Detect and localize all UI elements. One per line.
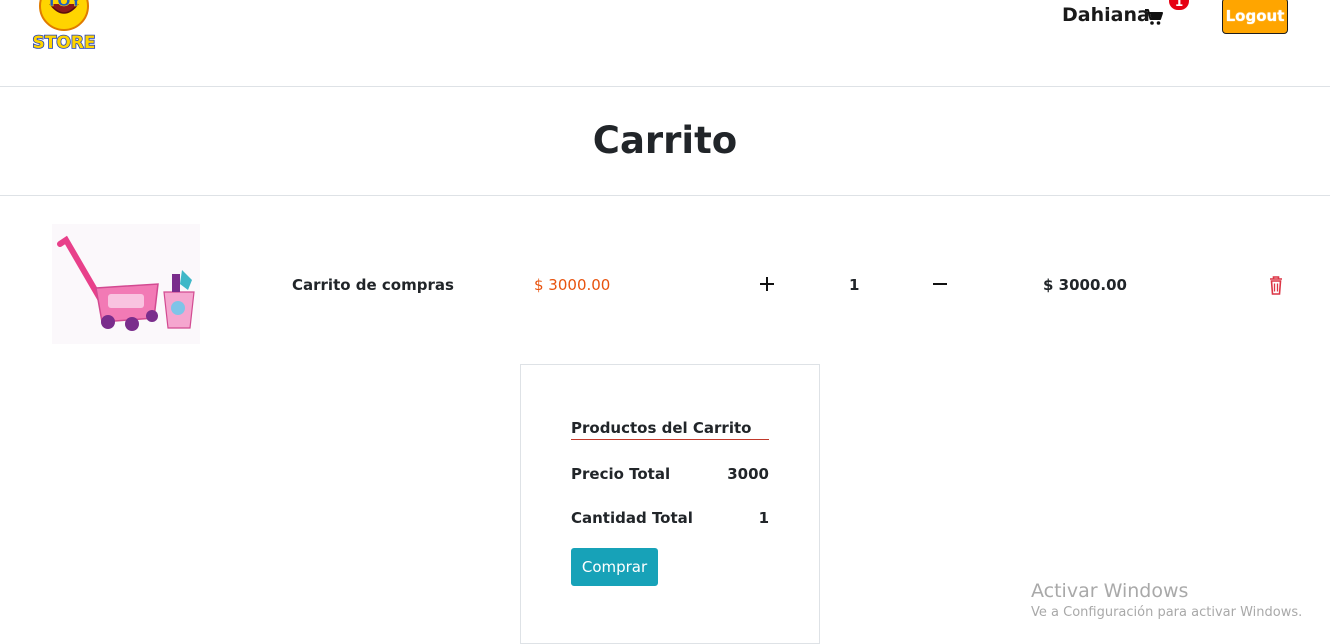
buy-button[interactable]: Comprar bbox=[571, 548, 658, 586]
total-price-label: Precio Total bbox=[571, 465, 671, 483]
page-title: Carrito bbox=[592, 119, 738, 162]
toy-store-logo[interactable]: TOY STORE bbox=[18, 0, 108, 56]
toy-wagon-image bbox=[52, 224, 200, 344]
shopping-cart-icon[interactable] bbox=[1144, 8, 1164, 26]
total-price-value: 3000 bbox=[727, 465, 769, 483]
minus-icon[interactable] bbox=[930, 272, 950, 296]
product-subtotal: $ 3000.00 bbox=[1043, 276, 1127, 294]
watermark-title: Activar Windows bbox=[1031, 580, 1189, 602]
top-navbar: TOY STORE Dahiana 1 Logout bbox=[0, 0, 1330, 87]
product-price: $ 3000.00 bbox=[534, 276, 611, 294]
summary-heading: Productos del Carrito bbox=[571, 418, 769, 440]
page-title-section: Carrito bbox=[0, 87, 1330, 196]
total-quantity-label: Cantidad Total bbox=[571, 509, 693, 527]
cart-summary-box: Productos del Carrito Precio Total 3000 … bbox=[520, 364, 820, 644]
watermark-subtitle: Ve a Configuración para activar Windows. bbox=[1031, 605, 1303, 620]
trash-icon[interactable] bbox=[1266, 274, 1286, 296]
plus-icon[interactable] bbox=[757, 272, 777, 296]
username-label: Dahiana bbox=[1062, 4, 1150, 26]
quantity-value: 1 bbox=[849, 276, 860, 294]
logo-text-top: TOY bbox=[46, 0, 82, 10]
cart-count-badge: 1 bbox=[1169, 0, 1189, 10]
logo-text-bottom: STORE bbox=[33, 33, 96, 53]
product-name: Carrito de compras bbox=[292, 276, 454, 294]
total-quantity-value: 1 bbox=[758, 509, 769, 527]
logout-button[interactable]: Logout bbox=[1222, 0, 1288, 34]
